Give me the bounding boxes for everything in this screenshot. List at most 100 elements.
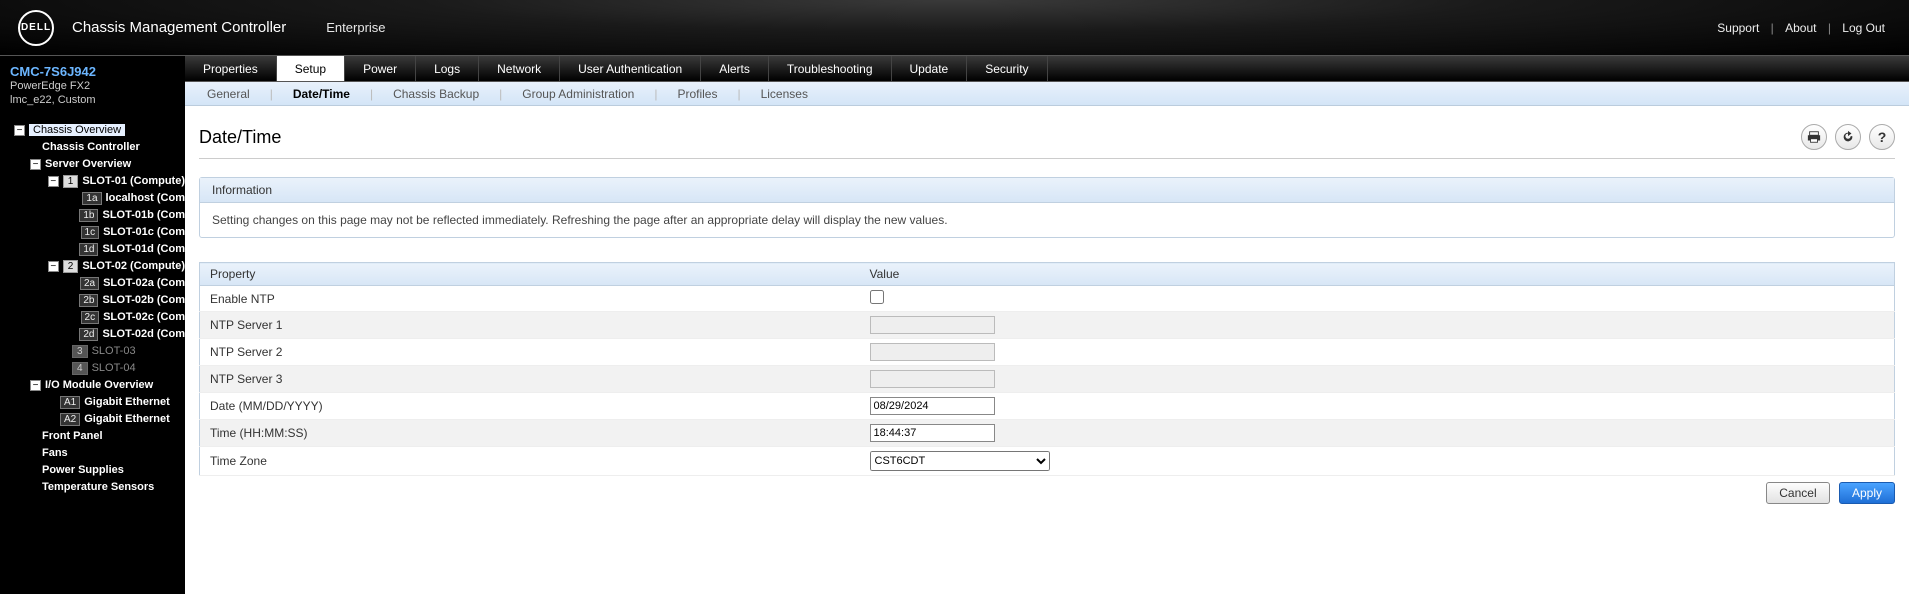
tab-power[interactable]: Power bbox=[345, 56, 416, 81]
cmc-model: PowerEdge FX2 bbox=[0, 79, 185, 93]
subtab-datetime[interactable]: Date/Time bbox=[287, 87, 356, 101]
ntp1-input[interactable] bbox=[870, 316, 995, 334]
cancel-button[interactable]: Cancel bbox=[1766, 482, 1829, 504]
content-area: Properties Setup Power Logs Network User… bbox=[185, 56, 1909, 594]
slot-badge: 1 bbox=[63, 175, 79, 188]
refresh-icon[interactable] bbox=[1835, 124, 1861, 150]
label-ntp1: NTP Server 1 bbox=[200, 312, 860, 339]
tree-server-overview[interactable]: −Server Overview bbox=[0, 156, 185, 173]
ntp3-input[interactable] bbox=[870, 370, 995, 388]
tree-slot-01c[interactable]: 1cSLOT-01c (Com bbox=[0, 224, 185, 241]
tree-slot-02d[interactable]: 2dSLOT-02d (Com bbox=[0, 326, 185, 343]
link-separator: | bbox=[1828, 21, 1831, 35]
slot-badge: 3 bbox=[72, 345, 88, 358]
apply-button[interactable]: Apply bbox=[1839, 482, 1895, 504]
tree-power-supplies[interactable]: Power Supplies bbox=[0, 462, 185, 479]
tab-logs[interactable]: Logs bbox=[416, 56, 479, 81]
tab-update[interactable]: Update bbox=[892, 56, 968, 81]
slot-sub-badge: 1a bbox=[82, 192, 101, 205]
slot-badge: 2 bbox=[63, 260, 79, 273]
datetime-table: Property Value Enable NTP NTP Server 1 N… bbox=[199, 262, 1895, 476]
top-links: Support | About | Log Out bbox=[1713, 21, 1889, 35]
nav-tree: −Chassis Overview Chassis Controller −Se… bbox=[0, 122, 185, 496]
tree-slot-01a[interactable]: 1alocalhost (Com bbox=[0, 190, 185, 207]
info-box: Information Setting changes on this page… bbox=[199, 177, 1895, 238]
date-input[interactable] bbox=[870, 397, 995, 415]
tab-properties[interactable]: Properties bbox=[185, 56, 277, 81]
tree-chassis-controller[interactable]: Chassis Controller bbox=[0, 139, 185, 156]
time-input[interactable] bbox=[870, 424, 995, 442]
tree-front-panel[interactable]: Front Panel bbox=[0, 428, 185, 445]
slot-sub-badge: 1c bbox=[81, 226, 100, 239]
label-ntp3: NTP Server 3 bbox=[200, 366, 860, 393]
slot-badge: 4 bbox=[72, 362, 88, 375]
page-title: Date/Time bbox=[199, 127, 281, 148]
support-link[interactable]: Support bbox=[1717, 21, 1759, 35]
collapse-icon[interactable]: − bbox=[48, 261, 59, 272]
subtab-chassis-backup[interactable]: Chassis Backup bbox=[387, 87, 485, 101]
tree-slot-02c[interactable]: 2cSLOT-02c (Com bbox=[0, 309, 185, 326]
tree-io-a1[interactable]: A1Gigabit Ethernet bbox=[0, 394, 185, 411]
collapse-icon[interactable]: − bbox=[30, 380, 41, 391]
label-timezone: Time Zone bbox=[200, 447, 860, 476]
tree-slot-01b[interactable]: 1bSLOT-01b (Com bbox=[0, 207, 185, 224]
top-banner: DELL Chassis Management Controller Enter… bbox=[0, 0, 1909, 56]
tab-network[interactable]: Network bbox=[479, 56, 560, 81]
timezone-select[interactable]: CST6CDT bbox=[870, 451, 1050, 471]
subtab-licenses[interactable]: Licenses bbox=[755, 87, 814, 101]
primary-tabs: Properties Setup Power Logs Network User… bbox=[185, 56, 1909, 82]
tree-io-a2[interactable]: A2Gigabit Ethernet bbox=[0, 411, 185, 428]
tree-slot-02[interactable]: −2SLOT-02 (Compute) bbox=[0, 258, 185, 275]
subtab-group-admin[interactable]: Group Administration bbox=[516, 87, 640, 101]
help-icon[interactable]: ? bbox=[1869, 124, 1895, 150]
about-link[interactable]: About bbox=[1785, 21, 1816, 35]
tree-slot-01[interactable]: −1SLOT-01 (Compute) bbox=[0, 173, 185, 190]
label-time: Time (HH:MM:SS) bbox=[200, 420, 860, 447]
tab-security[interactable]: Security bbox=[967, 56, 1047, 81]
collapse-icon[interactable]: − bbox=[14, 125, 25, 136]
tab-alerts[interactable]: Alerts bbox=[701, 56, 769, 81]
cmc-custom: lmc_e22, Custom bbox=[0, 93, 185, 107]
tab-troubleshooting[interactable]: Troubleshooting bbox=[769, 56, 892, 81]
col-property: Property bbox=[200, 263, 860, 286]
tree-slot-02a[interactable]: 2aSLOT-02a (Com bbox=[0, 275, 185, 292]
tree-io-overview[interactable]: −I/O Module Overview bbox=[0, 377, 185, 394]
collapse-icon[interactable]: − bbox=[30, 159, 41, 170]
collapse-icon[interactable]: − bbox=[48, 176, 59, 187]
tab-user-auth[interactable]: User Authentication bbox=[560, 56, 701, 81]
link-separator: | bbox=[1771, 21, 1774, 35]
sidebar: CMC-7S6J942 PowerEdge FX2 lmc_e22, Custo… bbox=[0, 56, 185, 594]
io-badge: A2 bbox=[60, 413, 80, 426]
secondary-tabs: General| Date/Time| Chassis Backup| Grou… bbox=[185, 82, 1909, 106]
label-ntp2: NTP Server 2 bbox=[200, 339, 860, 366]
io-badge: A1 bbox=[60, 396, 80, 409]
tree-slot-03[interactable]: 3SLOT-03 bbox=[0, 343, 185, 360]
tree-slot-02b[interactable]: 2bSLOT-02b (Com bbox=[0, 292, 185, 309]
slot-sub-badge: 2a bbox=[80, 277, 99, 290]
subtab-profiles[interactable]: Profiles bbox=[671, 87, 723, 101]
info-box-title: Information bbox=[200, 178, 1894, 203]
enable-ntp-checkbox[interactable] bbox=[870, 290, 884, 304]
cmc-id: CMC-7S6J942 bbox=[0, 64, 185, 79]
label-enable-ntp: Enable NTP bbox=[200, 286, 860, 312]
slot-sub-badge: 2c bbox=[81, 311, 100, 324]
info-box-text: Setting changes on this page may not be … bbox=[200, 203, 1894, 237]
ntp2-input[interactable] bbox=[870, 343, 995, 361]
slot-sub-badge: 2b bbox=[79, 294, 98, 307]
dell-logo: DELL bbox=[18, 10, 54, 46]
slot-sub-badge: 1d bbox=[79, 243, 98, 256]
tree-temp-sensors[interactable]: Temperature Sensors bbox=[0, 479, 185, 496]
tree-slot-04[interactable]: 4SLOT-04 bbox=[0, 360, 185, 377]
product-title: Chassis Management Controller bbox=[72, 19, 286, 36]
subtab-general[interactable]: General bbox=[201, 87, 256, 101]
tree-fans[interactable]: Fans bbox=[0, 445, 185, 462]
col-value: Value bbox=[860, 263, 1895, 286]
tree-slot-01d[interactable]: 1dSLOT-01d (Com bbox=[0, 241, 185, 258]
slot-sub-badge: 1b bbox=[79, 209, 98, 222]
context-title: Enterprise bbox=[326, 20, 385, 35]
slot-sub-badge: 2d bbox=[79, 328, 98, 341]
print-icon[interactable] bbox=[1801, 124, 1827, 150]
logout-link[interactable]: Log Out bbox=[1842, 21, 1885, 35]
tab-setup[interactable]: Setup bbox=[277, 56, 345, 81]
tree-chassis-overview[interactable]: −Chassis Overview bbox=[0, 122, 185, 139]
